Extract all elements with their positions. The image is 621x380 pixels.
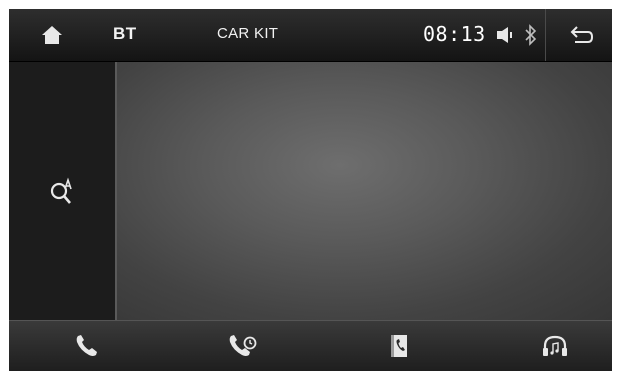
page-title: CAR KIT	[217, 25, 279, 42]
back-button[interactable]	[565, 21, 599, 49]
side-panel	[9, 62, 117, 320]
search-contact-button[interactable]	[45, 174, 81, 210]
bluetooth-icon	[525, 24, 537, 46]
top-bar: BT CAR KIT 08:13	[9, 9, 612, 62]
bt-music-button[interactable]	[533, 329, 577, 363]
bt-mode-label: BT	[113, 24, 137, 43]
recent-calls-icon	[229, 335, 257, 356]
dial-button[interactable]	[65, 329, 109, 363]
clock: 08:13	[423, 22, 486, 46]
home-button[interactable]	[35, 21, 69, 49]
home-icon	[42, 26, 62, 44]
search-contact-icon	[50, 177, 72, 204]
bt-music-icon	[543, 335, 567, 356]
volume-icon	[497, 27, 512, 43]
call-log-button[interactable]	[221, 329, 265, 363]
content-area	[117, 62, 612, 320]
back-arrow-icon	[570, 26, 594, 43]
volume-indicator	[493, 23, 519, 47]
divider	[545, 9, 546, 61]
car-kit-screen: BT CAR KIT 08:13	[9, 9, 612, 371]
phonebook-button[interactable]	[377, 329, 421, 363]
phonebook-icon	[391, 335, 407, 357]
bottom-nav-bar	[9, 320, 612, 371]
phone-icon	[76, 335, 97, 356]
bluetooth-indicator	[521, 23, 541, 47]
